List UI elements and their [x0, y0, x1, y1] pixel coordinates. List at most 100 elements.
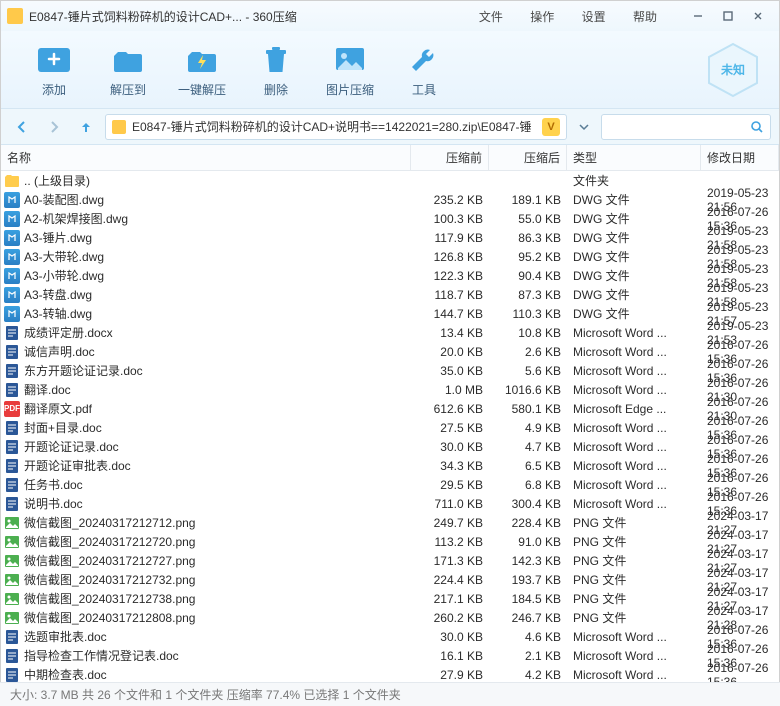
- file-row[interactable]: 微信截图_20240317212732.png224.4 KB193.7 KBP…: [1, 570, 779, 589]
- size-after: 6.5 KB: [489, 459, 567, 473]
- file-type: DWG 文件: [567, 267, 701, 284]
- file-row[interactable]: A3-转轴.dwg144.7 KB110.3 KBDWG 文件2019-05-2…: [1, 304, 779, 323]
- size-before: 27.5 KB: [411, 421, 489, 435]
- file-row[interactable]: 微信截图_20240317212727.png171.3 KB142.3 KBP…: [1, 551, 779, 570]
- back-button[interactable]: [9, 114, 35, 140]
- col-date[interactable]: 修改日期: [701, 145, 779, 170]
- file-type: PNG 文件: [567, 533, 701, 550]
- file-name: 微信截图_20240317212738.png: [24, 590, 411, 607]
- size-after: 95.2 KB: [489, 250, 567, 264]
- file-row[interactable]: A3-小带轮.dwg122.3 KB90.4 KBDWG 文件2019-05-2…: [1, 266, 779, 285]
- one-click-extract-button[interactable]: 一键解压: [165, 41, 239, 98]
- format-badge: 未知: [703, 40, 763, 100]
- file-row[interactable]: PDF翻译原文.pdf612.6 KB580.1 KBMicrosoft Edg…: [1, 399, 779, 418]
- file-name: A0-装配图.dwg: [24, 191, 411, 208]
- image-compress-button[interactable]: 图片压缩: [313, 41, 387, 98]
- file-row[interactable]: 微信截图_20240317212720.png113.2 KB91.0 KBPN…: [1, 532, 779, 551]
- file-name: A3-转盘.dwg: [24, 286, 411, 303]
- parent-dir-row[interactable]: .. (上级目录)文件夹: [1, 171, 779, 190]
- menu-file[interactable]: 文件: [479, 10, 503, 24]
- image-icon: [330, 41, 370, 77]
- minimize-button[interactable]: [683, 5, 713, 27]
- size-before: 249.7 KB: [411, 516, 489, 530]
- size-before: 29.5 KB: [411, 478, 489, 492]
- file-row[interactable]: 诚信声明.doc20.0 KB2.6 KBMicrosoft Word ...2…: [1, 342, 779, 361]
- file-type: Microsoft Word ...: [567, 421, 701, 435]
- file-type: Microsoft Edge ...: [567, 402, 701, 416]
- file-type: Microsoft Word ...: [567, 440, 701, 454]
- size-after: 86.3 KB: [489, 231, 567, 245]
- file-type: DWG 文件: [567, 286, 701, 303]
- delete-button[interactable]: 删除: [239, 41, 313, 98]
- add-button[interactable]: 添加: [17, 41, 91, 98]
- search-box[interactable]: [601, 114, 771, 140]
- size-before: 13.4 KB: [411, 326, 489, 340]
- menu-operate[interactable]: 操作: [530, 10, 554, 24]
- size-before: 117.9 KB: [411, 231, 489, 245]
- file-type: Microsoft Word ...: [567, 668, 701, 682]
- file-type: PNG 文件: [567, 590, 701, 607]
- size-after: 91.0 KB: [489, 535, 567, 549]
- file-name: A2-机架焊接图.dwg: [24, 210, 411, 227]
- col-name[interactable]: 名称: [1, 145, 411, 170]
- file-row[interactable]: 选题审批表.doc30.0 KB4.6 KBMicrosoft Word ...…: [1, 627, 779, 646]
- extract-to-button[interactable]: 解压到: [91, 41, 165, 98]
- file-row[interactable]: 东方开题论证记录.doc35.0 KB5.6 KBMicrosoft Word …: [1, 361, 779, 380]
- file-type: Microsoft Word ...: [567, 364, 701, 378]
- file-row[interactable]: 成绩评定册.docx13.4 KB10.8 KBMicrosoft Word .…: [1, 323, 779, 342]
- file-name: 微信截图_20240317212727.png: [24, 552, 411, 569]
- file-type: Microsoft Word ...: [567, 383, 701, 397]
- file-row[interactable]: 指导检查工作情况登记表.doc16.1 KB2.1 KBMicrosoft Wo…: [1, 646, 779, 665]
- file-row[interactable]: A3-转盘.dwg118.7 KB87.3 KBDWG 文件2019-05-23…: [1, 285, 779, 304]
- forward-button[interactable]: [41, 114, 67, 140]
- size-before: 30.0 KB: [411, 630, 489, 644]
- col-size-before[interactable]: 压缩前: [411, 145, 489, 170]
- tools-button[interactable]: 工具: [387, 41, 461, 98]
- size-after: 4.6 KB: [489, 630, 567, 644]
- file-name: 封面+目录.doc: [24, 419, 411, 436]
- file-row[interactable]: 微信截图_20240317212808.png260.2 KB246.7 KBP…: [1, 608, 779, 627]
- file-row[interactable]: A0-装配图.dwg235.2 KB189.1 KBDWG 文件2019-05-…: [1, 190, 779, 209]
- col-type[interactable]: 类型: [567, 145, 701, 170]
- file-row[interactable]: 封面+目录.doc27.5 KB4.9 KBMicrosoft Word ...…: [1, 418, 779, 437]
- size-after: 228.4 KB: [489, 516, 567, 530]
- file-type: Microsoft Word ...: [567, 649, 701, 663]
- path-dropdown[interactable]: [573, 114, 595, 140]
- col-size-after[interactable]: 压缩后: [489, 145, 567, 170]
- file-row[interactable]: 任务书.doc29.5 KB6.8 KBMicrosoft Word ...20…: [1, 475, 779, 494]
- column-headers: 名称 压缩前 压缩后 类型 修改日期: [1, 145, 779, 171]
- size-after: 10.8 KB: [489, 326, 567, 340]
- file-name: 成绩评定册.docx: [24, 324, 411, 341]
- file-name: 微信截图_20240317212720.png: [24, 533, 411, 550]
- size-after: 1016.6 KB: [489, 383, 567, 397]
- file-type: Microsoft Word ...: [567, 345, 701, 359]
- path-box[interactable]: E0847-锤片式饲料粉碎机的设计CAD+说明书==1422021=280.zi…: [105, 114, 567, 140]
- file-row[interactable]: 微信截图_20240317212738.png217.1 KB184.5 KBP…: [1, 589, 779, 608]
- file-row[interactable]: A3-锤片.dwg117.9 KB86.3 KBDWG 文件2019-05-23…: [1, 228, 779, 247]
- size-after: 193.7 KB: [489, 573, 567, 587]
- file-name: A3-小带轮.dwg: [24, 267, 411, 284]
- file-row[interactable]: 说明书.doc711.0 KB300.4 KBMicrosoft Word ..…: [1, 494, 779, 513]
- file-row[interactable]: 开题论证记录.doc30.0 KB4.7 KBMicrosoft Word ..…: [1, 437, 779, 456]
- file-row[interactable]: 翻译.doc1.0 MB1016.6 KBMicrosoft Word ...2…: [1, 380, 779, 399]
- titlebar: E0847-锤片式饲料粉碎机的设计CAD+... - 360压缩 文件 操作 设…: [1, 1, 779, 31]
- file-type: DWG 文件: [567, 210, 701, 227]
- menu-help[interactable]: 帮助: [633, 10, 657, 24]
- size-after: 110.3 KB: [489, 307, 567, 321]
- file-name: 开题论证审批表.doc: [24, 457, 411, 474]
- file-row[interactable]: 微信截图_20240317212712.png249.7 KB228.4 KBP…: [1, 513, 779, 532]
- size-after: 5.6 KB: [489, 364, 567, 378]
- file-row[interactable]: 开题论证审批表.doc34.3 KB6.5 KBMicrosoft Word .…: [1, 456, 779, 475]
- file-row[interactable]: A2-机架焊接图.dwg100.3 KB55.0 KBDWG 文件2016-07…: [1, 209, 779, 228]
- size-before: 171.3 KB: [411, 554, 489, 568]
- file-type: DWG 文件: [567, 191, 701, 208]
- file-type: Microsoft Word ...: [567, 478, 701, 492]
- file-type: PNG 文件: [567, 514, 701, 531]
- maximize-button[interactable]: [713, 5, 743, 27]
- file-row[interactable]: A3-大带轮.dwg126.8 KB95.2 KBDWG 文件2019-05-2…: [1, 247, 779, 266]
- up-button[interactable]: [73, 114, 99, 140]
- close-button[interactable]: [743, 5, 773, 27]
- size-after: 87.3 KB: [489, 288, 567, 302]
- file-name: 选题审批表.doc: [24, 628, 411, 645]
- menu-settings[interactable]: 设置: [582, 10, 606, 24]
